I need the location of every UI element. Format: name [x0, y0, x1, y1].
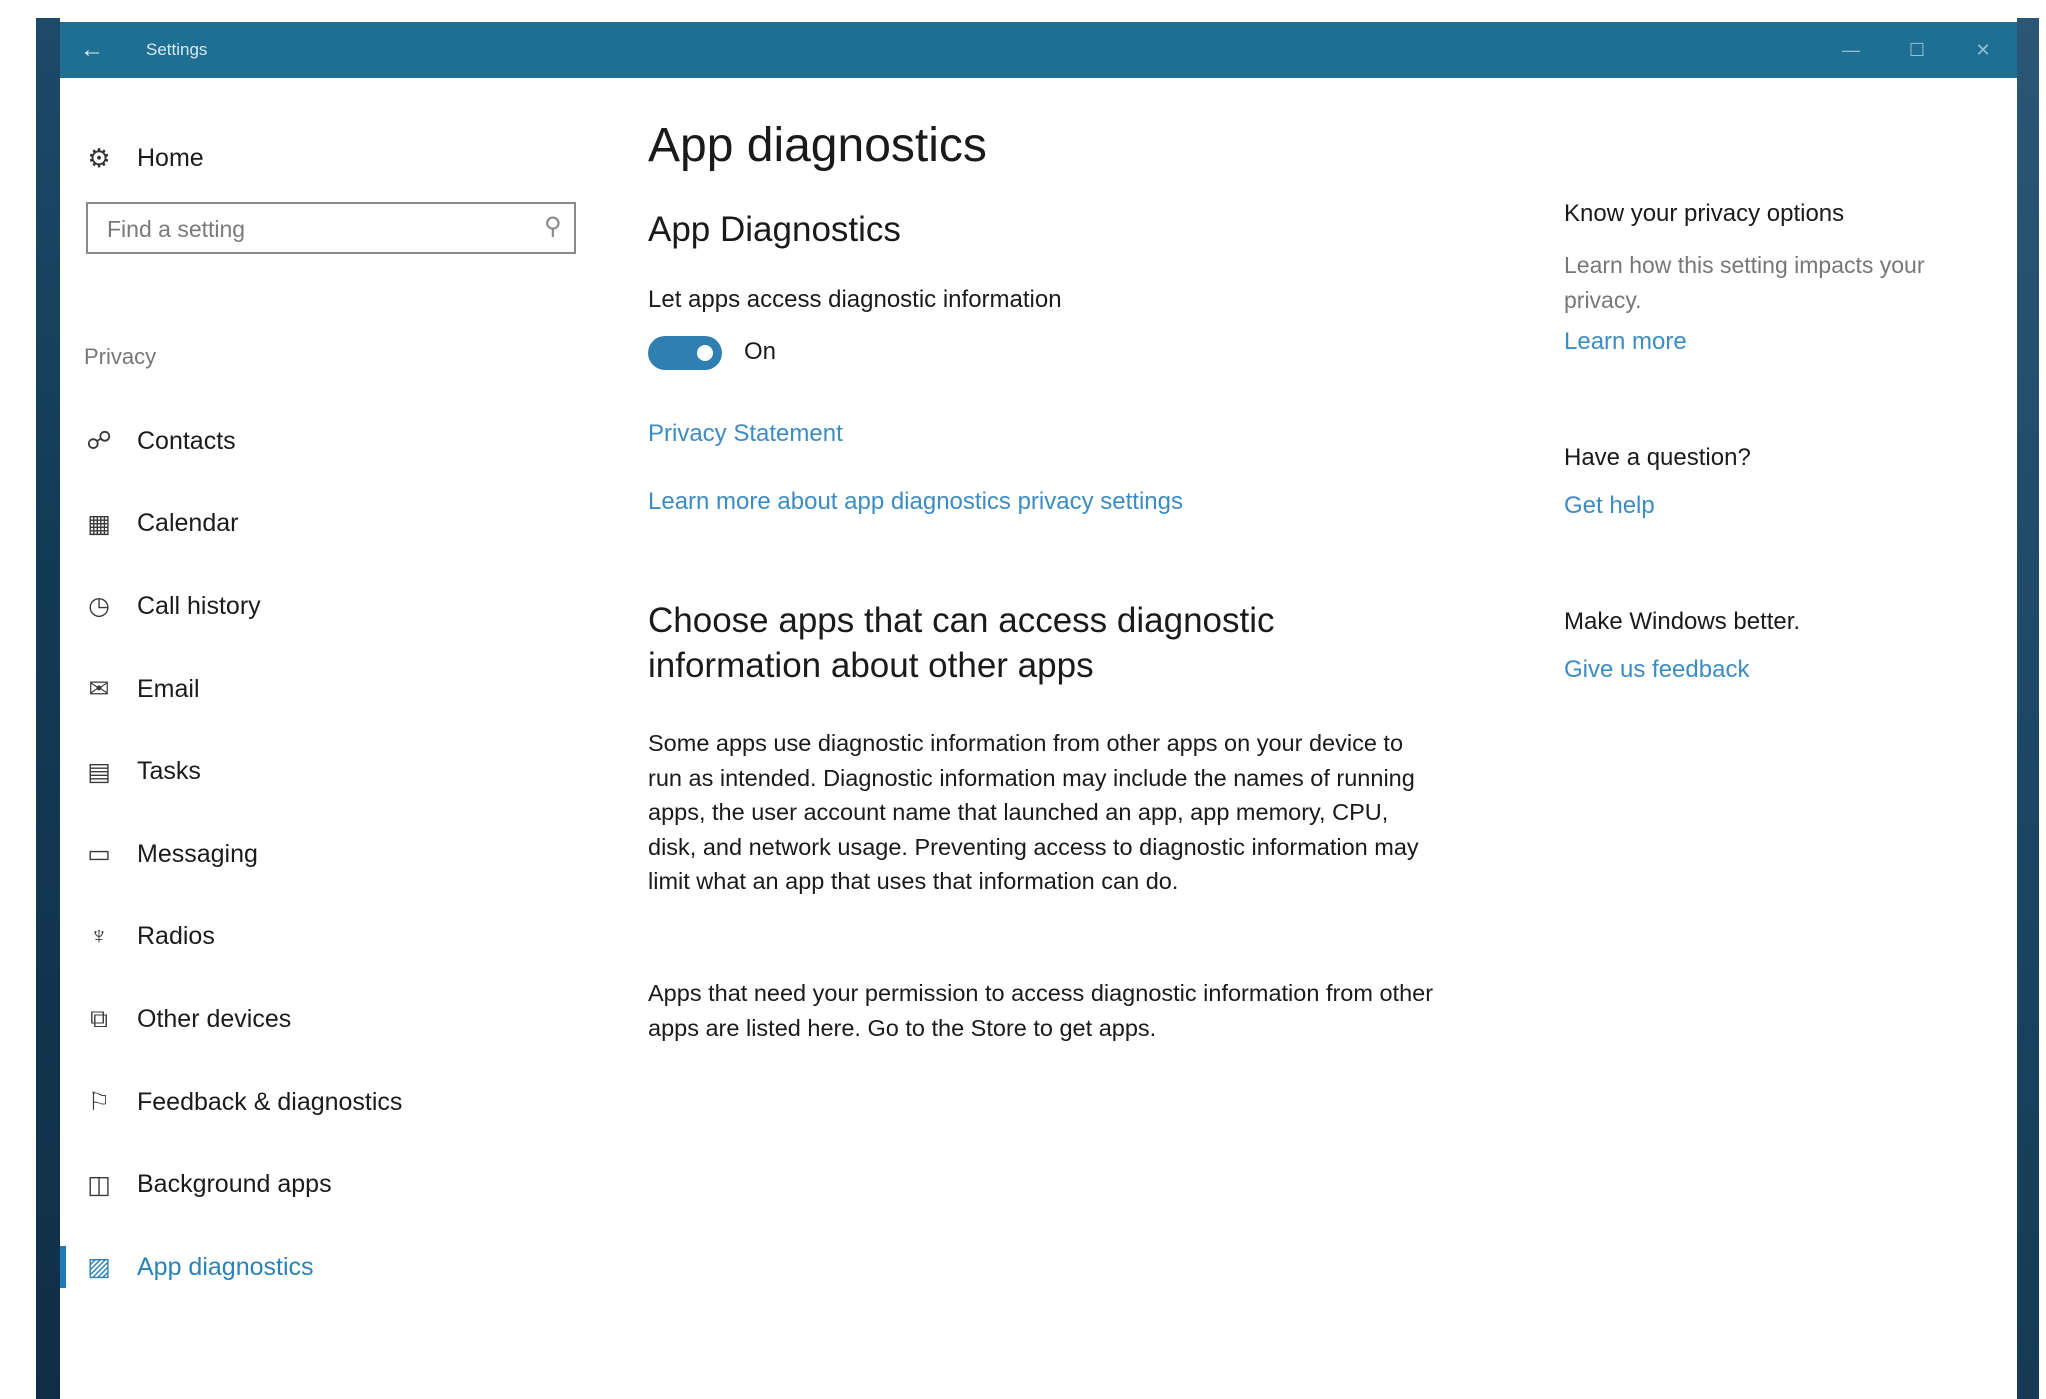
sidebar-item-radios[interactable]: ♆ Radios: [60, 896, 620, 979]
choose-apps-heading: Choose apps that can access diagnostic i…: [648, 601, 1275, 685]
home-label: Home: [137, 143, 204, 172]
minimize-button[interactable]: —: [1818, 22, 1884, 78]
call-history-icon: ◷: [88, 592, 110, 621]
settings-window: ← Settings — ☐ ✕ ⚙ Home ⚲ Privacy ☍ Cont…: [60, 22, 2017, 1399]
page-title: App diagnostics: [648, 119, 987, 172]
question-heading: Have a question?: [1564, 444, 1751, 471]
learn-more-diagnostics-link[interactable]: Learn more about app diagnostics privacy…: [648, 488, 1183, 516]
desktop-background-left: [36, 18, 60, 1399]
sidebar-item-label: Radios: [137, 922, 215, 951]
sidebar-item-label: Other devices: [137, 1004, 292, 1033]
home-nav-item[interactable]: ⚙ Home: [82, 136, 204, 180]
maximize-button[interactable]: ☐: [1884, 22, 1950, 78]
privacy-options-heading: Know your privacy options: [1564, 200, 1845, 227]
app-diagnostics-icon: ▨: [87, 1253, 111, 1282]
sidebar-item-label: Email: [137, 674, 200, 703]
privacy-statement-link[interactable]: Privacy Statement: [648, 420, 843, 448]
feedback-icon: ⚐: [87, 1088, 111, 1117]
sidebar-item-label: Messaging: [137, 839, 258, 868]
desktop-background-right: [2017, 18, 2039, 1399]
sidebar-item-background-apps[interactable]: ◫ Background apps: [60, 1143, 620, 1226]
sidebar-item-label: Call history: [137, 591, 261, 620]
description-text: Some apps use diagnostic information fro…: [648, 730, 1419, 894]
sidebar-item-app-diagnostics[interactable]: ▨ App diagnostics: [60, 1226, 620, 1309]
sidebar-item-label: Contacts: [137, 426, 236, 455]
sidebar-item-messaging[interactable]: ▭ Messaging: [60, 813, 620, 896]
window-title: Settings: [146, 40, 208, 59]
give-feedback-link[interactable]: Give us feedback: [1564, 656, 1749, 684]
sidebar-item-label: Calendar: [137, 509, 239, 538]
section-subtitle: App Diagnostics: [648, 210, 901, 249]
close-button[interactable]: ✕: [1950, 22, 2016, 78]
sidebar-item-calendar[interactable]: ▦ Calendar: [60, 483, 620, 566]
privacy-options-text: Learn how this setting impacts your priv…: [1564, 252, 1925, 313]
title-bar: ← Settings — ☐ ✕: [60, 22, 2017, 78]
get-help-link[interactable]: Get help: [1564, 492, 1655, 520]
search-box[interactable]: ⚲: [86, 202, 576, 254]
search-input[interactable]: [88, 204, 539, 254]
search-icon[interactable]: ⚲: [544, 212, 562, 241]
sidebar-item-label: Tasks: [137, 757, 201, 786]
sidebar-item-other-devices[interactable]: ⧉ Other devices: [60, 978, 620, 1061]
contacts-icon: ☍: [86, 427, 112, 456]
apps-list-text: Apps that need your permission to access…: [648, 980, 1434, 1041]
radios-icon: ♆: [89, 922, 109, 951]
sidebar-item-email[interactable]: ✉ Email: [60, 648, 620, 731]
sidebar-item-label: App diagnostics: [137, 1252, 314, 1281]
email-icon: ✉: [88, 675, 110, 704]
tasks-icon: ▤: [87, 757, 111, 786]
messaging-icon: ▭: [87, 840, 111, 869]
sidebar-item-tasks[interactable]: ▤ Tasks: [60, 730, 620, 813]
sidebar-item-call-history[interactable]: ◷ Call history: [60, 565, 620, 648]
toggle-state-label: On: [744, 338, 777, 365]
learn-more-link[interactable]: Learn more: [1564, 328, 1687, 356]
feedback-heading: Make Windows better.: [1564, 608, 1801, 635]
diagnostics-toggle[interactable]: [648, 336, 722, 370]
setting-label: Let apps access diagnostic information: [648, 286, 1062, 313]
sidebar-item-contacts[interactable]: ☍ Contacts: [60, 400, 620, 483]
privacy-section-label: Privacy: [84, 344, 157, 369]
sidebar-item-label: Feedback & diagnostics: [137, 1087, 403, 1116]
calendar-icon: ▦: [87, 509, 111, 538]
other-devices-icon: ⧉: [90, 1004, 108, 1033]
toggle-knob: [697, 345, 713, 361]
gear-icon: ⚙: [87, 142, 111, 173]
sidebar-item-feedback-diagnostics[interactable]: ⚐ Feedback & diagnostics: [60, 1061, 620, 1144]
sidebar-item-label: Background apps: [137, 1170, 332, 1199]
background-apps-icon: ◫: [87, 1170, 111, 1199]
privacy-nav-list: ☍ Contacts ▦ Calendar ◷ Call history ✉ E…: [60, 400, 620, 1309]
back-button[interactable]: ←: [60, 22, 124, 78]
